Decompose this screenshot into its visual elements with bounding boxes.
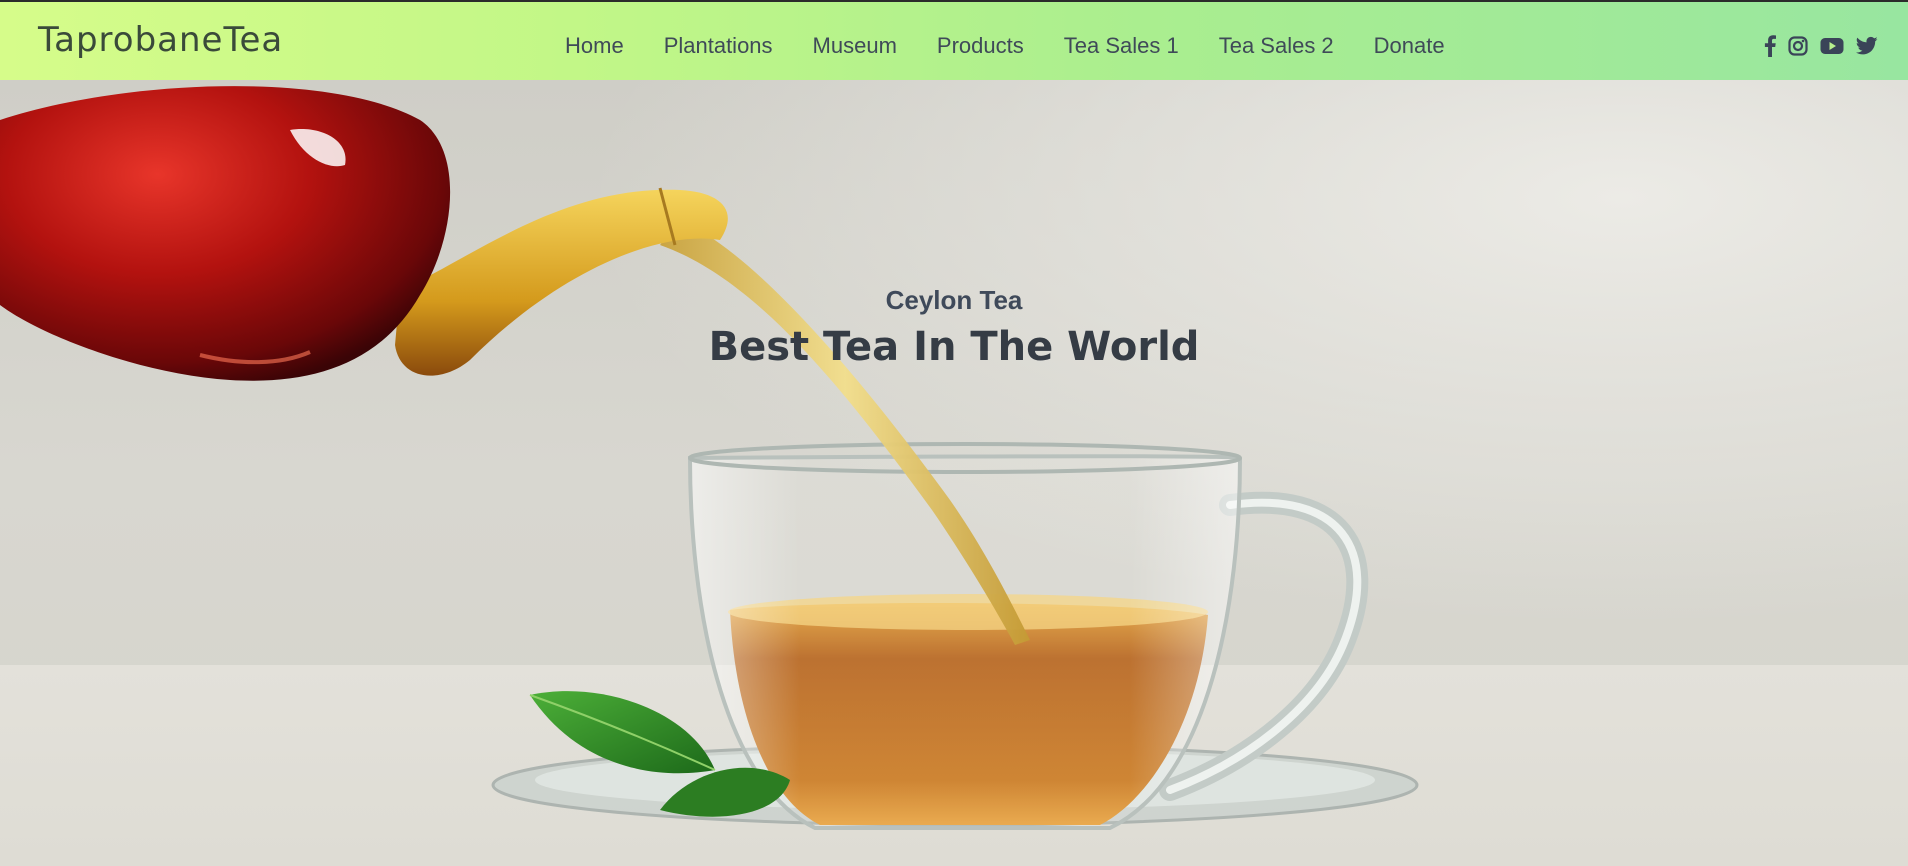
navbar: TaprobaneTea Home Plantations Museum Pro… [0, 2, 1908, 80]
main-nav: Home Plantations Museum Products Tea Sal… [565, 33, 1445, 63]
nav-tea-sales-1[interactable]: Tea Sales 1 [1064, 33, 1179, 63]
nav-products[interactable]: Products [937, 33, 1024, 63]
hero-subtitle: Ceylon Tea [885, 285, 1023, 315]
hero-banner: Ceylon Tea Best Tea In The World [0, 80, 1908, 866]
instagram-icon[interactable] [1788, 35, 1808, 57]
twitter-icon[interactable] [1856, 35, 1878, 57]
nav-home[interactable]: Home [565, 33, 624, 63]
hero-heading: Ceylon Tea Best Tea In The World [0, 285, 1908, 369]
tea-pouring-image [0, 86, 1419, 830]
nav-tea-sales-2[interactable]: Tea Sales 2 [1219, 33, 1334, 63]
facebook-icon[interactable] [1764, 35, 1776, 57]
hero-title: Best Tea In The World [708, 324, 1200, 370]
nav-museum[interactable]: Museum [813, 33, 897, 63]
nav-donate[interactable]: Donate [1374, 33, 1445, 63]
top-border [0, 0, 1908, 2]
nav-plantations[interactable]: Plantations [664, 33, 773, 63]
social-links [1764, 34, 1878, 58]
brand-logo[interactable]: TaprobaneTea [38, 20, 283, 60]
youtube-icon[interactable] [1820, 35, 1844, 57]
